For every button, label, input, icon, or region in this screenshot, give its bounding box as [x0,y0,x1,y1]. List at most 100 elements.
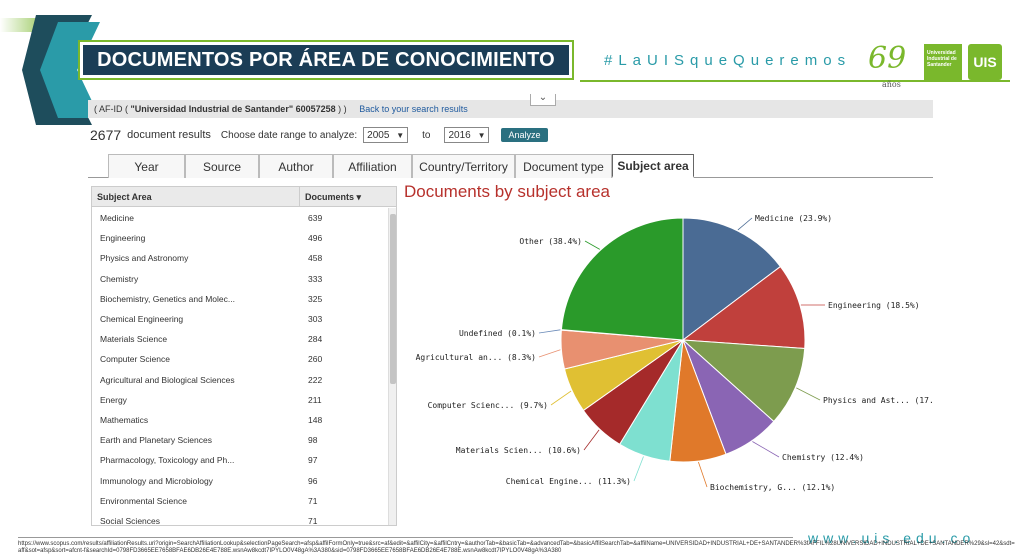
table-row[interactable]: Environmental Science 71 [92,491,388,511]
table-row[interactable]: Biochemistry, Genetics and Molec... 325 [92,289,388,309]
pie-leader-line [538,329,561,334]
pie-slice-label: Physics and Ast... (17.1%) [823,396,933,405]
pie-slice-label: Other (38.4%) [519,237,582,246]
table-row[interactable]: Agricultural and Biological Sciences 222 [92,370,388,390]
table-row[interactable]: Immunology and Microbiology 96 [92,470,388,490]
title-underline [580,80,1010,82]
analyze-button[interactable]: Analyze [501,128,548,142]
slide-title: DOCUMENTOS POR ÁREA DE CONOCIMIENTO [97,48,555,71]
row-subject: Agricultural and Biological Sciences [100,374,235,385]
table-row[interactable]: Chemistry 333 [92,269,388,289]
row-documents: 284 [308,334,323,345]
table-row[interactable]: Chemical Engineering 303 [92,309,388,329]
table-row[interactable]: Engineering 496 [92,228,388,248]
pie-slice-label: Computer Scienc... (9.7%) [428,401,548,410]
table-body: Medicine 639 Engineering 496 Physics and Ast… [92,208,388,526]
tab-country-territory[interactable]: Country/Territory [412,154,515,178]
row-documents: 148 [308,414,323,425]
row-documents: 222 [308,374,323,385]
sort-desc-icon: ▾ [356,192,362,202]
row-subject: Chemical Engineering [100,314,184,325]
pie-slice-label: Biochemistry, G... (12.1%) [710,483,835,492]
pie-slice-label: Medicine (23.9%) [755,214,832,223]
hashtag: #LaUISqueQueremos [604,52,852,69]
pie-leader-line [583,429,600,451]
table-header: Subject Area Documents ▾ [92,187,396,207]
footer-divider [18,537,793,538]
row-documents: 260 [308,354,323,365]
back-to-results-link[interactable]: Back to your search results [359,104,468,114]
row-subject: Immunology and Microbiology [100,475,213,486]
row-documents: 458 [308,253,323,264]
row-subject: Energy [100,394,127,405]
row-documents: 97 [308,455,318,466]
table-row[interactable]: Mathematics 148 [92,410,388,430]
date-range-label: Choose date range to analyze: [220,129,358,141]
query-bar: ( AF-ID ( "Universidad Industrial de San… [88,100,933,118]
tab-affiliation[interactable]: Affiliation [333,154,412,178]
query-affiliation-name: "Universidad Industrial de Santander" [130,104,294,114]
row-documents: 98 [308,435,318,446]
row-subject: Environmental Science [100,495,187,506]
row-subject: Materials Science [100,334,168,345]
row-documents: 71 [308,515,318,526]
table-row[interactable]: Earth and Planetary Sciences 98 [92,430,388,450]
tab-source[interactable]: Source [185,154,259,178]
table-row[interactable]: Computer Science 260 [92,349,388,369]
row-subject: Medicine [100,213,135,224]
row-subject: Computer Science [100,354,170,365]
pie-leader-line [737,217,753,231]
row-subject: Engineering [100,233,146,244]
table-row[interactable]: Energy 211 [92,390,388,410]
pie-slice-label: Undefined (0.1%) [459,329,536,338]
dropdown-arrow-icon: ▼ [396,130,405,140]
table-row[interactable]: Materials Science 284 [92,329,388,349]
scrollbar-thumb[interactable] [390,214,396,384]
row-documents: 71 [308,495,318,506]
subject-area-table: Subject Area Documents ▾ Medicine 639 Engi… [91,186,397,526]
column-header-documents-label: Documents [305,192,355,202]
dropdown-arrow-icon: ▼ [477,130,486,140]
to-year-select[interactable]: 2016 ▼ [444,127,490,143]
anniversary-logo: 69 años [868,42,918,90]
pie-slice-label: Chemical Engine... (11.3%) [506,477,631,486]
table-row[interactable]: Medicine 639 [92,208,388,228]
analysis-tabs: Year Source Author Affiliation Country/T… [108,154,694,178]
from-year-select[interactable]: 2005 ▼ [363,127,409,143]
pie-slice-label: Agricultural an... (8.3%) [416,353,536,362]
pie-leader-line [752,441,780,458]
collapse-toggle[interactable]: ⌄ [530,93,556,106]
subject-area-pie-chart: Medicine (23.9%) Engineering (18.5%) Physi… [416,214,933,492]
row-subject: Mathematics [100,414,149,425]
row-subject: Pharmacology, Toxicology and Ph... [100,455,235,466]
results-count: 2677 [90,127,122,143]
pie-leader-line [633,456,644,482]
row-documents: 325 [308,293,323,304]
pie-leader-line [698,461,708,488]
pie-leader-line [796,387,821,401]
column-header-documents[interactable]: Documents ▾ [300,187,390,206]
row-subject: Social Sciences [100,515,161,526]
row-documents: 639 [308,213,323,224]
row-documents: 211 [308,394,322,405]
tab-year[interactable]: Year [108,154,185,178]
query-suffix: ) ) [338,104,347,114]
tab-author[interactable]: Author [259,154,333,178]
footer-source-url: https://www.scopus.com/results/affiliati… [18,541,1015,554]
query-affiliation-id: 60057258 [295,104,336,114]
chart-title: Documents by subject area [404,182,610,201]
to-label: to [422,129,431,141]
table-row[interactable]: Pharmacology, Toxicology and Ph... 97 [92,450,388,470]
results-label: document results [127,129,211,141]
query-prefix: ( AF-ID ( [94,104,128,114]
university-logo-text: Universidad Industrial de Santander [924,44,962,80]
tab-document-type[interactable]: Document type [515,154,612,178]
results-row: 2677 document results Choose date range … [90,125,548,145]
pie-leader-line [584,240,600,250]
column-header-subject-area[interactable]: Subject Area [92,187,300,206]
table-row[interactable]: Physics and Astronomy 458 [92,248,388,268]
row-documents: 303 [308,314,323,325]
table-row[interactable]: Social Sciences 71 [92,511,388,526]
tab-subject-area[interactable]: Subject area [612,154,694,178]
table-scrollbar[interactable] [388,208,396,525]
